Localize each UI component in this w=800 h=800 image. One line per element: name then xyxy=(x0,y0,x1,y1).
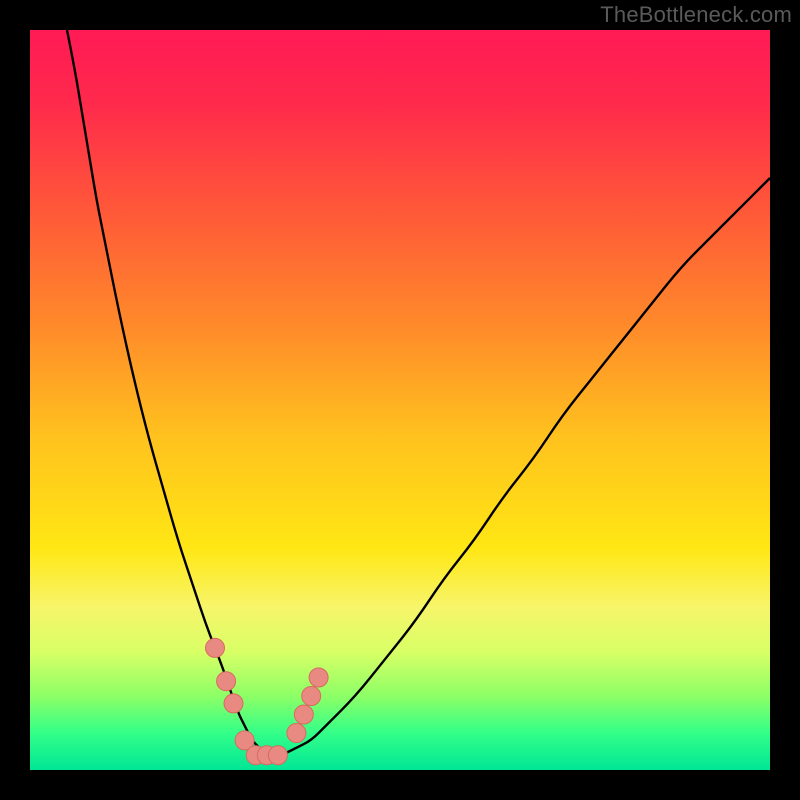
watermark-text: TheBottleneck.com xyxy=(600,2,792,28)
data-marker xyxy=(217,672,236,691)
data-marker xyxy=(206,638,225,657)
data-marker xyxy=(268,746,287,765)
gradient-background xyxy=(30,30,770,770)
outer-frame: TheBottleneck.com xyxy=(0,0,800,800)
data-marker xyxy=(302,687,321,706)
chart-canvas xyxy=(30,30,770,770)
data-marker xyxy=(224,694,243,713)
plot-area xyxy=(30,30,770,770)
data-marker xyxy=(309,668,328,687)
data-marker xyxy=(287,724,306,743)
data-marker xyxy=(294,705,313,724)
